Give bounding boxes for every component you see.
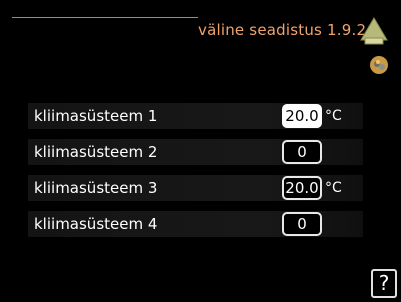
home-icon[interactable] xyxy=(359,16,389,46)
row-label: kliimasüsteem 1 xyxy=(34,107,158,125)
row-label: kliimasüsteem 3 xyxy=(34,179,158,197)
value-field[interactable]: 0 xyxy=(282,212,322,236)
unit-label: °C xyxy=(325,108,342,124)
page-title: väline seadistus 1.9.2 xyxy=(198,21,367,39)
row-label: kliimasüsteem 4 xyxy=(34,215,158,233)
list-item[interactable]: kliimasüsteem 4 0 xyxy=(28,211,363,237)
value-field[interactable]: 0 xyxy=(282,140,322,164)
value-field[interactable]: 20.0 xyxy=(282,104,322,128)
header-line xyxy=(12,17,198,18)
help-button[interactable]: ? xyxy=(371,269,397,298)
outdoor-sensor-icon xyxy=(368,54,390,76)
list-item[interactable]: kliimasüsteem 1 20.0 °C xyxy=(28,103,363,129)
unit-label: °C xyxy=(325,180,342,196)
list-item[interactable]: kliimasüsteem 2 0 xyxy=(28,139,363,165)
row-label: kliimasüsteem 2 xyxy=(34,143,158,161)
value-field[interactable]: 20.0 xyxy=(282,176,322,200)
list-item[interactable]: kliimasüsteem 3 20.0 °C xyxy=(28,175,363,201)
settings-list: kliimasüsteem 1 20.0 °C kliimasüsteem 2 … xyxy=(28,103,363,247)
